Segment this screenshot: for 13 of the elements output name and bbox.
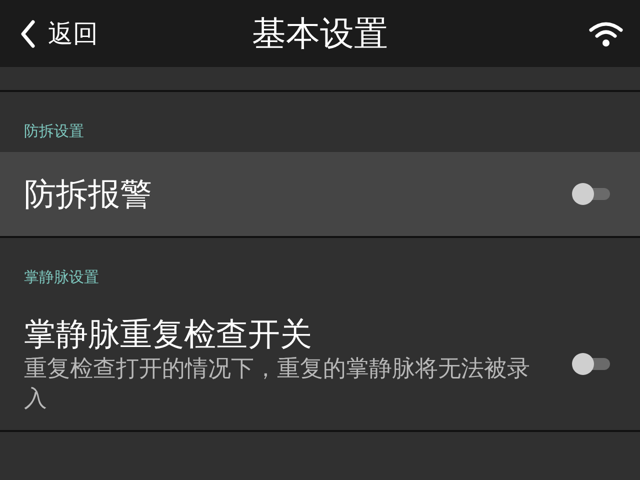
page-title: 基本设置 bbox=[251, 12, 389, 56]
section-label: 防拆设置 bbox=[23, 121, 85, 142]
back-button[interactable]: 返回 bbox=[14, 17, 104, 50]
wifi-icon bbox=[588, 20, 624, 48]
setting-title: 防拆报警 bbox=[24, 174, 153, 214]
toggle-switch[interactable] bbox=[572, 353, 610, 375]
setting-title: 掌静脉重复检查开关 bbox=[24, 314, 313, 354]
setting-row[interactable]: 防拆报警 bbox=[0, 152, 640, 238]
setting-row[interactable]: 掌静脉重复检查开关 重复检查打开的情况下，重复的掌静脉将无法被录入 bbox=[0, 298, 640, 432]
setting-description: 重复检查打开的情况下，重复的掌静脉将无法被录入 bbox=[24, 355, 531, 414]
section-label: 掌静脉设置 bbox=[23, 267, 100, 288]
toggle-switch[interactable] bbox=[572, 183, 610, 205]
back-chevron-icon bbox=[20, 20, 36, 48]
